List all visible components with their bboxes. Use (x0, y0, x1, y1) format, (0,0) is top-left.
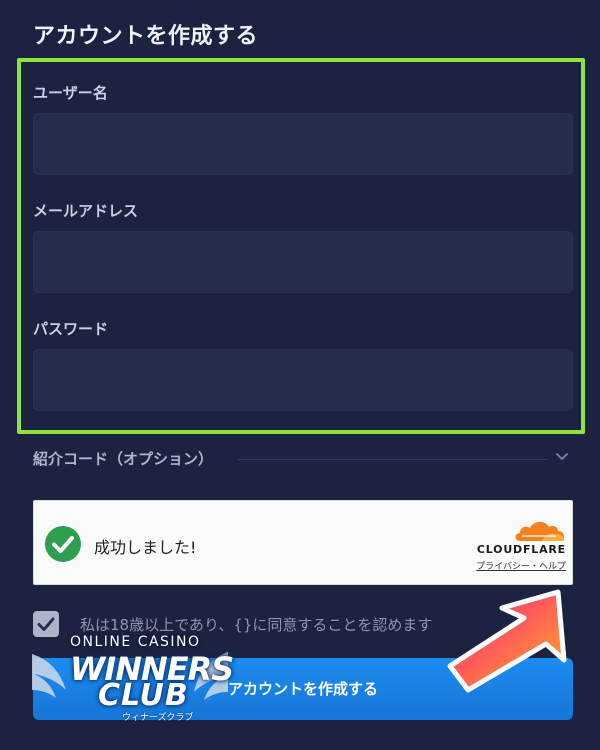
email-label: メールアドレス (33, 202, 139, 220)
chevron-down-icon[interactable] (553, 448, 571, 466)
page-title: アカウントを作成する (33, 24, 259, 49)
referral-toggle[interactable]: 紹介コード（オプション） (33, 446, 573, 472)
logo-line-kana: ウィナーズクラブ (122, 713, 194, 723)
captcha-links[interactable]: プライバシー・ヘルプ (466, 559, 566, 572)
check-circle-icon (45, 526, 81, 562)
cloudflare-logo-text: CLOUDFLARE (476, 543, 566, 556)
username-label: ユーザー名 (33, 84, 108, 102)
email-field[interactable] (33, 231, 573, 293)
password-label: パスワード (33, 320, 109, 338)
password-field[interactable] (33, 349, 573, 411)
divider (238, 459, 548, 460)
logo-line-online: ONLINE CASINO (70, 634, 201, 650)
pointing-arrow-icon (447, 589, 567, 693)
cloudflare-cloud-icon (515, 521, 565, 541)
logo-line-club: CLUB (98, 678, 189, 713)
captcha-status: 成功しました! (94, 538, 197, 557)
winners-club-logo: ONLINE CASINO WINNERS CLUB ウィナーズクラブ (30, 628, 234, 728)
signup-page: アカウントを作成する ユーザー名 メールアドレス パスワード 紹介コード（オプシ… (0, 0, 600, 750)
captcha-widget[interactable]: 成功しました! CLOUDFLARE プライバシー・ヘルプ (33, 500, 573, 585)
username-field[interactable] (33, 113, 573, 175)
referral-label: 紹介コード（オプション） (33, 450, 214, 468)
